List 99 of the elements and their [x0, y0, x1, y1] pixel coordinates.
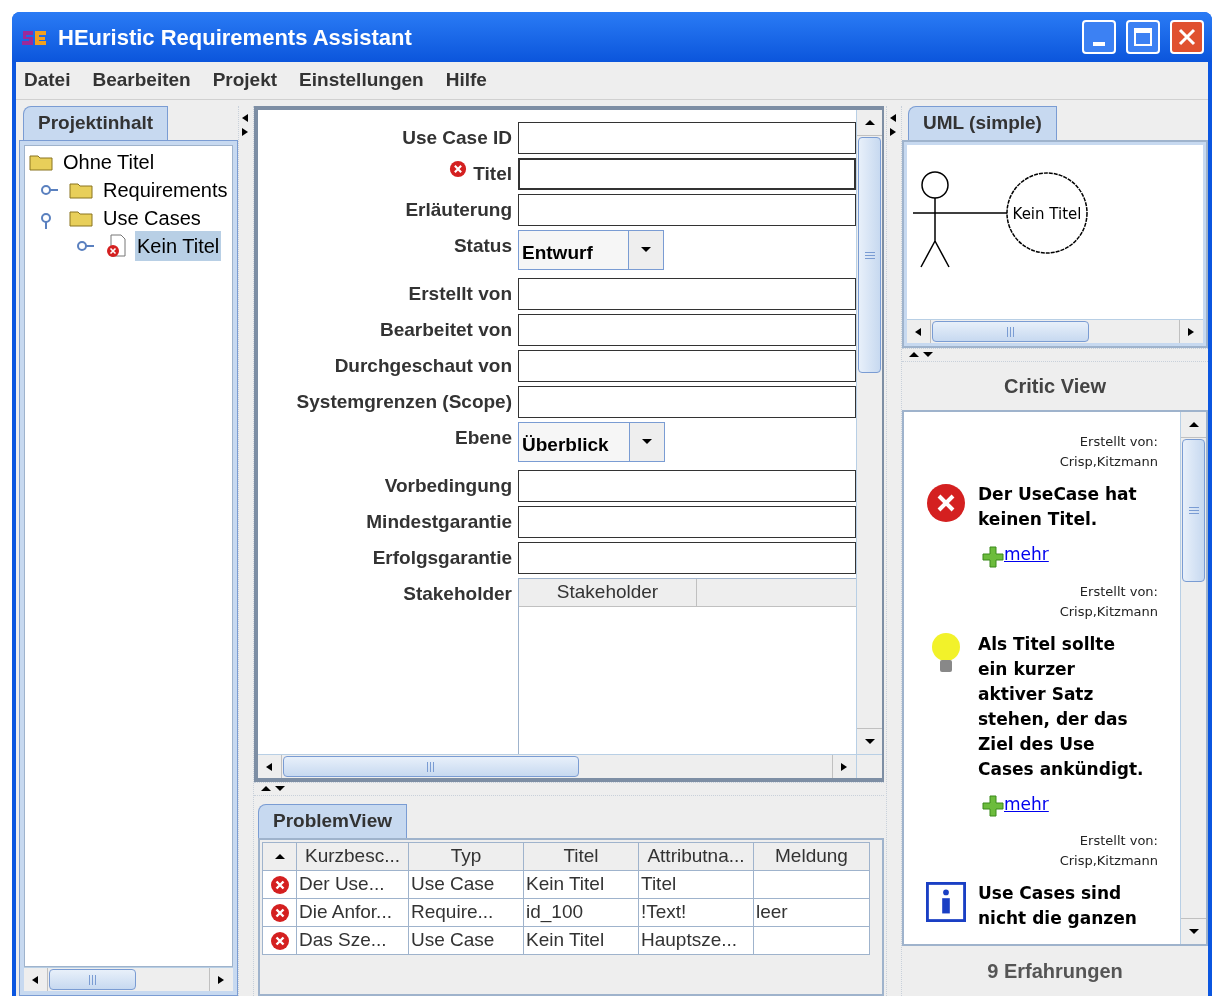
column-header[interactable]: Typ — [409, 843, 524, 871]
critic-message: Der UseCase hat keinen Titel. — [978, 483, 1138, 531]
column-header[interactable]: Titel — [524, 843, 639, 871]
plus-icon — [982, 795, 1004, 817]
table-cell: leer — [754, 899, 870, 927]
folder-icon — [29, 153, 53, 171]
field-label: Systemgrenzen (Scope) — [296, 390, 512, 414]
field-label: Stakeholder — [403, 582, 512, 606]
text-field[interactable] — [518, 278, 856, 310]
use-case-diagram: Kein Titel — [913, 171, 1093, 271]
column-header[interactable]: Kurzbesc... — [297, 843, 409, 871]
text-field[interactable] — [518, 470, 856, 502]
menu-item[interactable]: Datei — [24, 66, 71, 95]
tree-item[interactable]: Use Cases — [101, 203, 203, 233]
info-icon — [926, 881, 966, 923]
more-link[interactable]: mehr — [1004, 542, 1049, 568]
table-cell: Require... — [409, 899, 524, 927]
critic-message: Als Titel sollte ein kurzer aktiver Satz stehen, der das Ziel des Use Cases ankündigt. — [978, 632, 1144, 781]
text-field[interactable] — [518, 350, 856, 382]
author-label: Erstellt von: — [1079, 582, 1158, 601]
panel-tab[interactable]: ProblemView — [258, 804, 407, 838]
author-name: Crisp,Kitzmann — [1059, 453, 1158, 471]
sort-header[interactable] — [263, 843, 297, 871]
error-icon — [449, 160, 468, 178]
tree-item[interactable]: Requirements — [101, 175, 230, 205]
table-cell: Der Use... — [297, 871, 409, 899]
text-field[interactable] — [518, 386, 856, 418]
text-field[interactable] — [518, 122, 856, 154]
field-label: Status — [453, 234, 512, 258]
table-cell: Die Anfor... — [297, 899, 409, 927]
text-field[interactable] — [518, 314, 856, 346]
grip-icon — [1187, 506, 1200, 516]
table-cell: Hauptsze... — [639, 927, 754, 955]
field-label: Erstellt von — [408, 282, 512, 306]
column-header[interactable]: Meldung — [754, 843, 870, 871]
critic-view-header: Critic View — [1003, 374, 1107, 399]
grip-icon — [88, 973, 98, 986]
table-cell: id_100 — [524, 899, 639, 927]
table-cell: Use Case — [409, 871, 524, 899]
author-name: Crisp,Kitzmann — [1059, 852, 1158, 870]
error-icon — [269, 902, 290, 923]
panel-tab[interactable]: UML (simple) — [908, 106, 1057, 140]
table-cell: Kein Titel — [524, 927, 639, 955]
field-label: Titel — [473, 162, 512, 186]
menu-item[interactable]: Einstellungen — [299, 66, 424, 95]
folder-icon — [69, 209, 93, 227]
dropdown[interactable]: Entwurf — [518, 230, 664, 270]
grip-icon — [426, 760, 436, 773]
menu-item[interactable]: Hilfe — [445, 66, 487, 95]
text-field[interactable] — [518, 542, 856, 574]
document-error-icon — [105, 234, 127, 258]
table-cell: !Text! — [639, 899, 754, 927]
plus-icon — [982, 545, 1004, 568]
close-button[interactable] — [1170, 20, 1204, 54]
table-cell: Das Sze... — [297, 927, 409, 955]
grip-icon — [1006, 325, 1016, 338]
dropdown[interactable]: Überblick — [518, 422, 665, 462]
critic-message: Use Cases sind nicht die ganzen — [978, 882, 1138, 930]
column-header[interactable]: Attributna... — [639, 843, 754, 871]
scrollbar-thumb[interactable] — [932, 321, 1090, 342]
error-icon — [269, 874, 290, 895]
tree-item[interactable]: Ohne Titel — [61, 147, 157, 177]
maximize-icon — [1134, 28, 1152, 46]
maximize-button[interactable] — [1126, 20, 1160, 54]
minimize-button[interactable] — [1082, 20, 1116, 54]
field-label: Ebene — [454, 426, 512, 450]
window-title: HEuristic Requirements Assistant — [58, 23, 413, 52]
field-label: Erfolgsgarantie — [372, 546, 512, 570]
folder-icon — [69, 181, 93, 199]
field-label: Erläuterung — [405, 198, 512, 222]
field-label: Vorbedingung — [384, 474, 512, 498]
text-field[interactable] — [518, 194, 856, 226]
scrollbar-thumb[interactable] — [49, 969, 137, 990]
field-label: Durchgeschaut von — [334, 354, 512, 378]
menu-item[interactable]: Bearbeiten — [92, 66, 191, 95]
field-label: Bearbeitet von — [380, 318, 512, 342]
grip-icon — [863, 250, 876, 260]
field-label: Use Case ID — [402, 126, 512, 150]
panel-tab[interactable]: Projektinhalt — [23, 106, 169, 140]
scrollbar-thumb[interactable] — [858, 137, 881, 373]
text-field[interactable] — [518, 158, 856, 190]
author-label: Erstellt von: — [1079, 433, 1158, 451]
experience-count: 9 Erfahrungen — [986, 959, 1124, 984]
more-link[interactable]: mehr — [1004, 791, 1049, 817]
table-cell: Titel — [639, 871, 754, 899]
author-label: Erstellt von: — [1079, 832, 1158, 850]
scrollbar-thumb[interactable] — [283, 756, 579, 777]
error-icon — [926, 482, 966, 524]
table-cell: Kein Titel — [524, 871, 639, 899]
table-cell: Use Case — [409, 927, 524, 955]
close-icon — [1178, 28, 1196, 46]
tree-item[interactable]: Kein Titel — [135, 231, 222, 261]
text-field[interactable] — [518, 506, 856, 538]
error-icon — [269, 930, 290, 951]
scrollbar-thumb[interactable] — [1182, 439, 1205, 583]
author-name: Crisp,Kitzmann — [1059, 602, 1158, 621]
minimize-icon — [1093, 42, 1105, 46]
field-label: Mindestgarantie — [366, 510, 512, 534]
menu-item[interactable]: Projekt — [212, 66, 278, 95]
